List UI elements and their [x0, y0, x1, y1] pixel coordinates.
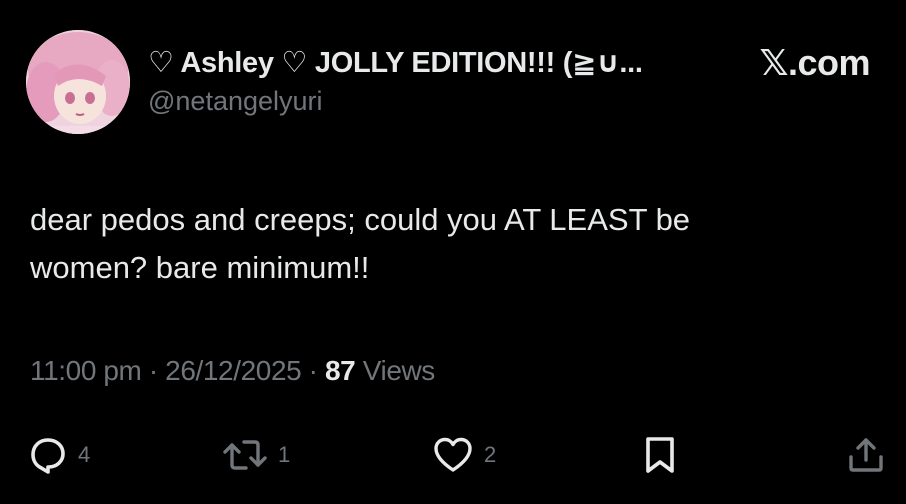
tweet-header: ♡ Ashley ♡ JOLLY EDITION!!! (≧∪... @neta…: [148, 40, 888, 120]
action-bar: 4 1 2: [0, 428, 906, 482]
views-count: 87: [324, 355, 356, 386]
tweet-card: ♡ Ashley ♡ JOLLY EDITION!!! (≧∪... @neta…: [0, 0, 906, 504]
tweet-text-line-1: dear pedos and creeps; could you AT LEAS…: [30, 202, 691, 237]
retweet-button[interactable]: 1: [222, 428, 290, 482]
views-label: Views: [355, 355, 436, 386]
user-handle[interactable]: @netangelyuri: [148, 86, 323, 117]
like-button[interactable]: 2: [432, 428, 496, 482]
bookmark-button[interactable]: [642, 428, 678, 482]
tweet-date[interactable]: 26/12/2025: [165, 355, 302, 386]
meta-separator: ·: [301, 355, 325, 386]
like-count: 2: [484, 442, 497, 467]
reply-count: 4: [78, 442, 91, 467]
name-row: ♡ Ashley ♡ JOLLY EDITION!!! (≧∪...: [148, 40, 643, 84]
share-button[interactable]: [846, 428, 886, 482]
heart-icon: [432, 435, 474, 475]
share-icon: [846, 435, 886, 475]
tweet-time[interactable]: 11:00 pm: [30, 355, 142, 386]
bookmark-icon: [642, 435, 678, 475]
source-label: 𝕏.com: [759, 42, 870, 83]
avatar[interactable]: [26, 30, 130, 134]
tweet-text: dear pedos and creeps; could you AT LEAS…: [30, 196, 880, 292]
tweet-text-line-2: women? bare minimum!!: [30, 250, 370, 285]
tweet-meta: 11:00 pm · 26/12/2025 · 87 Views: [30, 355, 435, 387]
meta-separator: ·: [141, 355, 166, 386]
avatar-image: [26, 30, 130, 134]
retweet-icon: [222, 435, 268, 475]
reply-button[interactable]: 4: [28, 428, 90, 482]
display-name[interactable]: ♡ Ashley ♡ JOLLY EDITION!!! (≧∪...: [148, 45, 643, 80]
retweet-count: 1: [278, 442, 291, 467]
reply-icon: [28, 435, 68, 475]
